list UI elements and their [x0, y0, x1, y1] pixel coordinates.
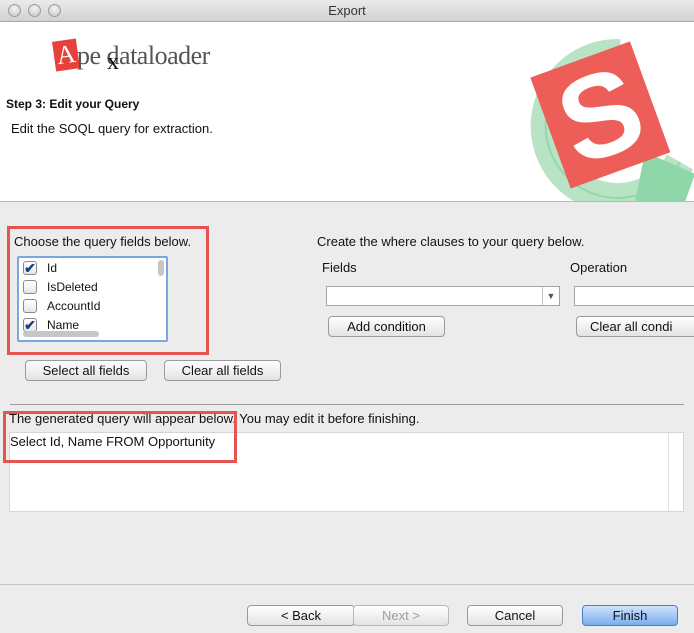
query-scrollbar[interactable] [668, 433, 683, 511]
logo-a-mark: A [52, 38, 80, 72]
soql-logo-icon: S [530, 38, 694, 201]
field-label: IsDeleted [47, 279, 98, 294]
back-button[interactable]: < Back [247, 605, 355, 626]
generated-query-label: The generated query will appear below. Y… [9, 411, 420, 426]
query-text[interactable]: Select Id, Name FROM Opportunity [10, 434, 215, 449]
fields-label: Fields [322, 260, 357, 275]
add-condition-button[interactable]: Add condition [328, 316, 445, 337]
field-label: Name [47, 317, 80, 332]
logo-wordmark: pe dataloader [77, 41, 210, 70]
window-titlebar: Export [0, 0, 694, 22]
cancel-button[interactable]: Cancel [467, 605, 563, 626]
clear-all-fields-button[interactable]: Clear all fields [164, 360, 281, 381]
list-item[interactable]: AccountId [23, 296, 100, 315]
where-field-select[interactable]: ▼ [326, 286, 560, 306]
operation-select[interactable] [574, 286, 694, 306]
field-label: AccountId [47, 298, 101, 313]
list-item[interactable]: ✔ Id [23, 258, 57, 277]
query-fields-list[interactable]: ✔ Id IsDeleted AccountId ✔ Name [17, 256, 168, 342]
operation-label: Operation [570, 260, 628, 275]
section-divider [10, 404, 684, 405]
query-fields-label: Choose the query fields below. [14, 234, 192, 249]
next-button[interactable]: Next > [353, 605, 449, 626]
window-title: Export [328, 3, 366, 18]
finish-button[interactable]: Finish [582, 605, 678, 626]
field-id-checkbox[interactable]: ✔ [23, 260, 37, 275]
field-label: Id [47, 260, 58, 275]
query-textarea[interactable]: Select Id, Name FROM Opportunity [9, 432, 684, 512]
field-accountid-checkbox[interactable] [23, 298, 37, 313]
chevron-down-icon[interactable]: ▼ [542, 287, 559, 305]
list-horizontal-scrollbar[interactable] [23, 331, 99, 337]
footer-divider [0, 584, 694, 585]
clear-all-conditions-button[interactable]: Clear all condi [576, 316, 694, 337]
step-description: Edit the SOQL query for extraction. [11, 121, 213, 136]
step-title: Step 3: Edit your Query [6, 97, 140, 111]
list-item[interactable]: IsDeleted [23, 277, 98, 296]
select-all-fields-button[interactable]: Select all fields [25, 360, 147, 381]
logo-x-mark: x [107, 49, 119, 75]
where-clause-label: Create the where clauses to your query b… [317, 234, 585, 249]
wizard-header: A pe dataloader x Step 3: Edit your Quer… [0, 22, 694, 202]
field-name-checkbox[interactable]: ✔ [23, 317, 37, 332]
list-vertical-scrollbar[interactable] [158, 260, 164, 276]
field-isdeleted-checkbox[interactable] [23, 279, 37, 294]
